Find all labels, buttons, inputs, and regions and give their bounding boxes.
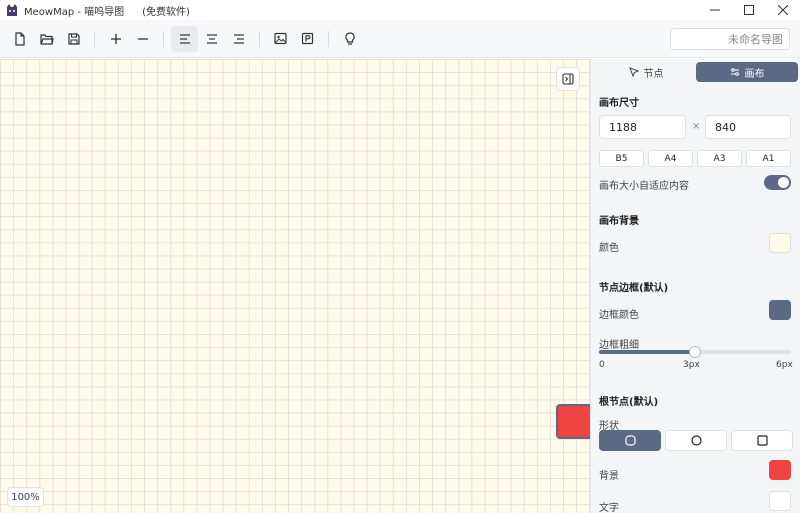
zoom-in-icon (110, 33, 121, 44)
minimize-button[interactable] (698, 0, 732, 20)
property-panel: 节点 画布 画布尺寸 1188 × 840 B5 A4 A3 A1 画布大小自适… (590, 59, 800, 513)
app-subtitle: (免费软件) (142, 6, 190, 18)
auto-fit-label: 画布大小自适应内容 (599, 181, 689, 192)
align-center-button[interactable] (198, 26, 225, 52)
app-title: MeowMap - 喵呜导图 (24, 6, 125, 18)
zoom-group (102, 26, 156, 52)
border-color-label: 边框颜色 (599, 310, 639, 321)
toolbar-divider (163, 30, 164, 47)
tab-canvas[interactable]: 画布 (696, 62, 798, 82)
canvas-height-input[interactable]: 840 (705, 115, 791, 139)
open-button[interactable] (33, 26, 60, 52)
preset-b5-button[interactable]: B5 (599, 150, 644, 167)
new-file-button[interactable] (6, 26, 33, 52)
slider-tick-min: 0 (599, 360, 605, 370)
close-button[interactable] (766, 0, 800, 20)
zoom-out-button[interactable] (129, 26, 156, 52)
preset-a4-button[interactable]: A4 (648, 150, 693, 167)
tips-button[interactable] (336, 26, 363, 52)
sidebar-collapse-icon (562, 73, 574, 85)
save-icon (67, 32, 80, 45)
slider-tick-max: 6px (776, 360, 793, 370)
tab-node-label: 节点 (643, 68, 664, 80)
cat-logo-icon (7, 4, 17, 16)
auto-fit-toggle[interactable] (764, 175, 791, 190)
rounded-square-icon (624, 435, 636, 446)
root-background-label: 背景 (599, 471, 619, 482)
zoom-level-badge[interactable]: 100% (7, 487, 44, 507)
toggle-panel-button[interactable] (556, 67, 580, 91)
export-image-button[interactable] (267, 26, 294, 52)
background-color-label: 颜色 (599, 243, 619, 254)
canvas-size-title: 画布尺寸 (599, 98, 639, 109)
panel-tabs: 节点 画布 (591, 59, 800, 85)
toolbar: 未命名导图 (0, 20, 800, 58)
preset-a1-button[interactable]: A1 (746, 150, 791, 167)
root-node[interactable] (556, 404, 590, 439)
maximize-icon (744, 5, 754, 15)
align-right-button[interactable] (225, 26, 252, 52)
toolbar-divider (328, 30, 329, 47)
zoom-in-button[interactable] (102, 26, 129, 52)
save-button[interactable] (60, 26, 87, 52)
root-node-title: 根节点(默认) (599, 397, 659, 408)
maximize-button[interactable] (732, 0, 766, 20)
export-pdf-button[interactable] (294, 26, 321, 52)
tab-node[interactable]: 节点 (596, 62, 696, 82)
node-border-title: 节点边框(默认) (599, 283, 669, 294)
times-symbol: × (692, 121, 701, 132)
image-icon (274, 32, 287, 45)
align-left-icon (179, 33, 190, 44)
export-group (267, 26, 321, 52)
new-file-icon (14, 31, 25, 46)
toolbar-divider (259, 30, 260, 47)
circle-icon (690, 435, 702, 446)
document-name-input[interactable]: 未命名导图 (670, 28, 790, 50)
shape-circle-button[interactable] (665, 430, 727, 451)
zoom-out-icon (137, 37, 148, 40)
tab-canvas-label: 画布 (744, 68, 765, 80)
title-bar: MeowMap - 喵呜导图 (免费软件) (0, 0, 800, 20)
align-right-icon (233, 33, 244, 44)
root-background-swatch[interactable] (769, 460, 791, 480)
align-group (171, 25, 252, 52)
align-center-icon (206, 33, 217, 44)
shape-rounded-rect-button[interactable] (599, 430, 661, 451)
open-folder-icon (39, 33, 54, 45)
canvas-background-title: 画布背景 (599, 216, 639, 227)
root-text-color-swatch[interactable] (769, 491, 791, 511)
close-icon (778, 5, 788, 15)
background-color-swatch[interactable] (769, 233, 791, 253)
cursor-icon (628, 67, 639, 77)
align-left-button[interactable] (171, 25, 198, 52)
shape-selector (599, 430, 793, 451)
export-icon (301, 32, 314, 45)
shape-square-button[interactable] (731, 430, 793, 451)
slider-tick-mid: 3px (683, 360, 700, 370)
slider-thumb[interactable] (689, 346, 701, 358)
idea-group (336, 26, 363, 52)
border-width-slider[interactable] (599, 346, 791, 358)
minimize-icon (710, 9, 720, 11)
slider-fill (599, 350, 695, 354)
window-controls (698, 0, 800, 20)
toolbar-divider (94, 30, 95, 47)
toggle-knob (778, 177, 789, 188)
border-color-swatch[interactable] (769, 300, 791, 320)
file-group (6, 26, 87, 52)
square-icon (756, 435, 768, 446)
lightbulb-icon (344, 31, 355, 45)
sliders-icon (730, 68, 739, 76)
canvas-width-input[interactable]: 1188 (599, 115, 686, 139)
preset-a3-button[interactable]: A3 (697, 150, 742, 167)
root-text-label: 文字 (599, 503, 619, 513)
border-width-label: 边框粗细 (599, 340, 639, 351)
size-presets: B5 A4 A3 A1 (599, 150, 791, 167)
mindmap-canvas[interactable]: 100% (0, 59, 590, 513)
